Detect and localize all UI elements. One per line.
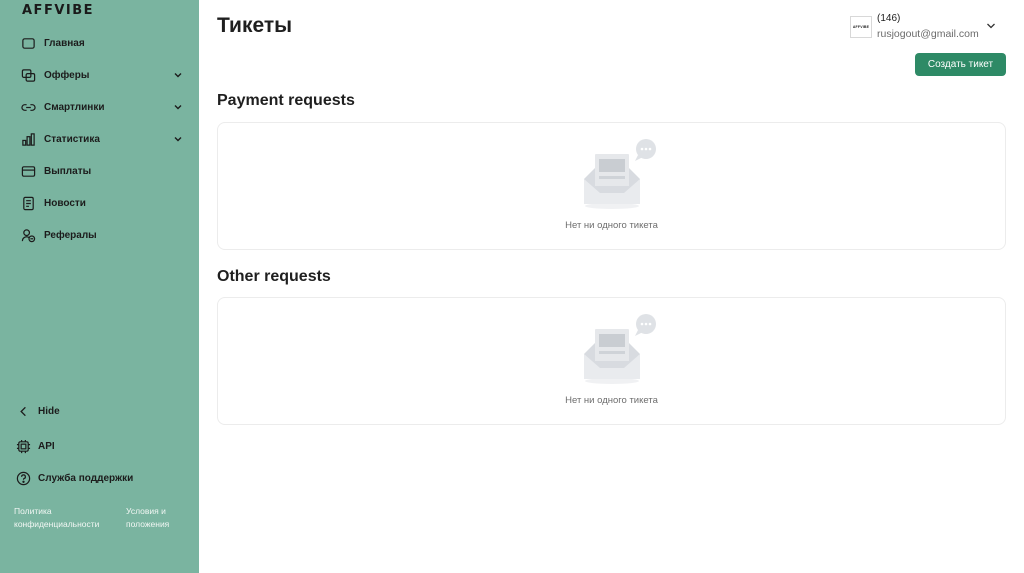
create-ticket-button[interactable]: Создать тикет: [915, 53, 1006, 76]
sidebar-item-label: Рефералы: [44, 229, 97, 241]
referrals-icon: [20, 227, 36, 243]
user-menu[interactable]: AFFVIBE (146) rusjogout@gmail.com: [850, 10, 1000, 44]
sidebar-item-label: Новости: [44, 197, 86, 209]
sidebar-item-referrals[interactable]: Рефералы: [0, 221, 199, 249]
sidebar-item-label: Выплаты: [44, 165, 92, 177]
card-icon: [20, 163, 36, 179]
support-label: Служба поддержки: [38, 472, 134, 484]
privacy-policy-link[interactable]: Политика конфиденциальности: [14, 505, 99, 531]
sidebar-item-smartlinks[interactable]: Смартлинки: [0, 93, 199, 121]
chevron-left-icon: [15, 403, 31, 419]
empty-inbox-icon: [584, 314, 656, 384]
avatar: AFFVIBE: [850, 16, 872, 38]
chevron-down-icon: [174, 137, 182, 142]
support-link[interactable]: Служба поддержки: [0, 465, 199, 491]
terms-line1: Условия и: [126, 506, 166, 516]
user-email: rusjogout@gmail.com: [877, 28, 979, 40]
privacy-policy-line1: Политика: [14, 506, 52, 516]
sidebar-item-label: Главная: [44, 37, 85, 49]
terms-line2: положения: [126, 519, 170, 529]
api-label: API: [38, 440, 55, 452]
avatar-logo-text: AFFVIBE: [852, 25, 870, 29]
empty-inbox-icon: [584, 139, 656, 209]
privacy-policy-line2: конфиденциальности: [14, 519, 100, 529]
sidebar-item-news[interactable]: Новости: [0, 189, 199, 217]
logo[interactable]: AFFVIBE: [22, 3, 94, 18]
sidebar-item-home[interactable]: Главная: [0, 29, 199, 57]
chevron-down-icon: [987, 23, 995, 29]
help-icon: [15, 470, 31, 486]
terms-link[interactable]: Условия и положения: [126, 505, 169, 531]
payment-requests-panel: Нет ни одного тикета: [217, 122, 1006, 250]
section-title-payment: Payment requests: [217, 92, 355, 109]
sidebar-item-label: Смартлинки: [44, 101, 105, 113]
news-icon: [20, 195, 36, 211]
chip-icon: [15, 438, 31, 454]
chevron-down-icon: [174, 73, 182, 78]
offers-icon: [20, 67, 36, 83]
empty-state-text: Нет ни одного тикета: [565, 395, 658, 406]
sidebar-item-payouts[interactable]: Выплаты: [0, 157, 199, 185]
link-icon: [20, 99, 36, 115]
sidebar-item-offers[interactable]: Офферы: [0, 61, 199, 89]
sidebar: AFFVIBE Главная Офферы Смартлинки Статис…: [0, 0, 199, 573]
hide-sidebar-button[interactable]: Hide: [0, 398, 199, 424]
sidebar-item-label: Офферы: [44, 69, 90, 81]
section-title-other: Other requests: [217, 268, 331, 285]
chart-icon: [20, 131, 36, 147]
page-title: Тикеты: [217, 14, 293, 37]
empty-state-text: Нет ни одного тикета: [565, 220, 658, 231]
other-requests-panel: Нет ни одного тикета: [217, 297, 1006, 425]
hide-label: Hide: [38, 405, 60, 417]
sidebar-item-statistics[interactable]: Статистика: [0, 125, 199, 153]
chevron-down-icon: [174, 105, 182, 110]
sidebar-item-label: Статистика: [44, 133, 100, 145]
user-count: (146): [877, 13, 901, 24]
api-link[interactable]: API: [0, 433, 199, 459]
home-icon: [20, 35, 36, 51]
